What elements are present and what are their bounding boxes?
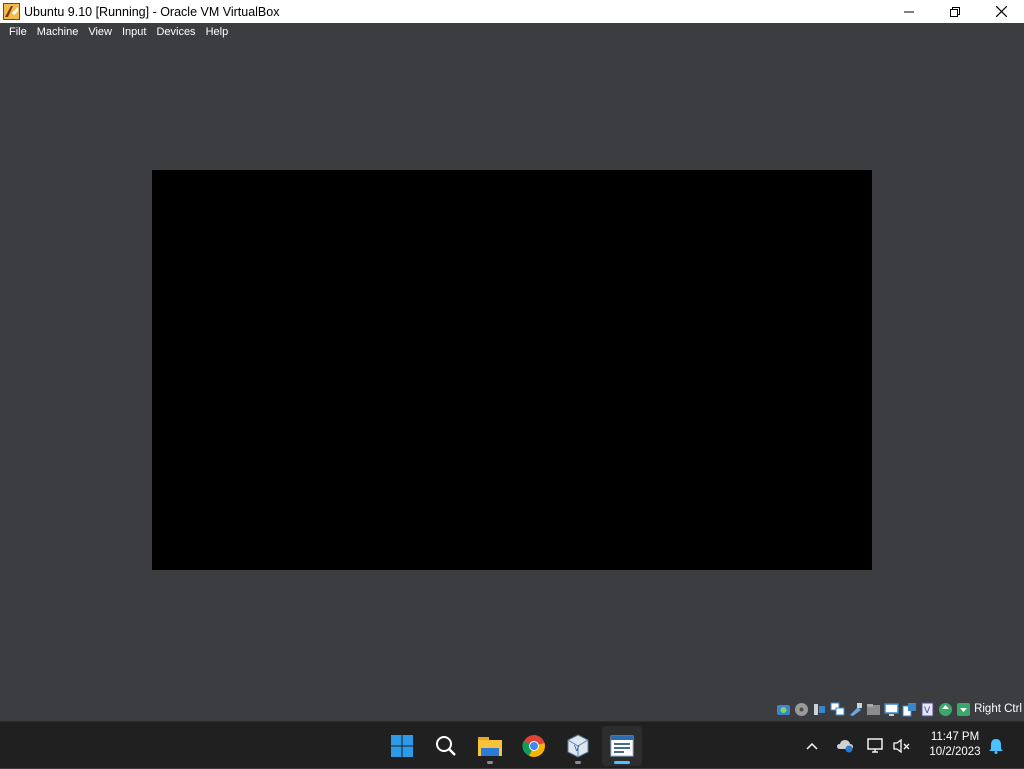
- virtualbox-icon: V: [567, 734, 589, 758]
- window-controls: [886, 0, 1024, 23]
- close-icon: [995, 6, 1007, 17]
- start-button[interactable]: [382, 726, 422, 766]
- menu-input[interactable]: Input: [117, 23, 151, 42]
- notification-center-button[interactable]: [984, 722, 1008, 769]
- file-explorer-icon: [478, 737, 502, 756]
- virtualbox-app-icon[interactable]: [3, 3, 20, 20]
- active-indicator: [614, 761, 630, 764]
- usb-icon[interactable]: [848, 702, 863, 717]
- title-bar: Ubuntu 9.10 [Running] - Oracle VM Virtua…: [0, 0, 1024, 23]
- mouse-integration-icon[interactable]: [938, 702, 953, 717]
- audio-icon[interactable]: [812, 702, 827, 717]
- menu-devices[interactable]: Devices: [151, 23, 200, 42]
- network-icon: [867, 737, 883, 753]
- window-title: Ubuntu 9.10 [Running] - Oracle VM Virtua…: [24, 4, 280, 19]
- minimize-button[interactable]: [886, 0, 932, 23]
- menu-bar: File Machine View Input Devices Help: [0, 23, 1024, 42]
- tray-volume[interactable]: [890, 722, 914, 769]
- vm-status-bar: V Right Ctrl: [0, 698, 1024, 720]
- clock-date: 10/2/2023: [929, 746, 981, 758]
- tray-network[interactable]: [864, 722, 888, 769]
- display-icon[interactable]: [884, 702, 899, 717]
- running-indicator: [487, 761, 493, 764]
- vm-guest-display[interactable]: [152, 170, 872, 570]
- close-button[interactable]: [978, 0, 1024, 23]
- menu-file[interactable]: File: [4, 23, 32, 42]
- menu-machine[interactable]: Machine: [32, 23, 84, 42]
- keyboard-icon[interactable]: [956, 702, 971, 717]
- minimize-icon: [904, 11, 914, 12]
- vm-window-icon: [610, 735, 634, 757]
- taskbar-search-button[interactable]: [426, 726, 466, 766]
- chevron-up-icon: [806, 742, 818, 750]
- taskbar-file-explorer[interactable]: [470, 726, 510, 766]
- clock-time: 11:47 PM: [930, 731, 980, 743]
- windows-taskbar: V 11:47 PM 10/2/2023: [0, 721, 1024, 768]
- virtualization-icon[interactable]: V: [920, 702, 935, 717]
- shared-folders-icon[interactable]: [866, 702, 881, 717]
- video-capture-icon[interactable]: [902, 702, 917, 717]
- taskbar-vm-window[interactable]: [602, 726, 642, 766]
- taskbar-chrome[interactable]: [514, 726, 554, 766]
- onedrive-icon: [837, 739, 853, 752]
- search-icon: [436, 736, 456, 756]
- maximize-button[interactable]: [932, 0, 978, 23]
- volume-muted-icon: [893, 738, 910, 753]
- taskbar-virtualbox-manager[interactable]: V: [558, 726, 598, 766]
- hard-disk-icon[interactable]: [776, 702, 791, 717]
- windows-start-icon: [391, 735, 413, 757]
- host-key-label: Right Ctrl: [974, 703, 1022, 715]
- menu-help[interactable]: Help: [201, 23, 234, 42]
- chrome-icon: [522, 735, 545, 757]
- restore-icon: [950, 6, 960, 17]
- show-hidden-icons-button[interactable]: [800, 722, 824, 769]
- menu-view[interactable]: View: [83, 23, 117, 42]
- svg-text:V: V: [924, 706, 931, 716]
- tray-onedrive[interactable]: [833, 722, 857, 769]
- network-icon[interactable]: [830, 702, 845, 717]
- taskbar-clock[interactable]: 11:47 PM 10/2/2023: [920, 730, 990, 760]
- optical-drive-icon[interactable]: [794, 702, 809, 717]
- svg-text:V: V: [574, 744, 580, 753]
- running-indicator: [575, 761, 581, 764]
- notification-bell-icon: [989, 738, 1003, 754]
